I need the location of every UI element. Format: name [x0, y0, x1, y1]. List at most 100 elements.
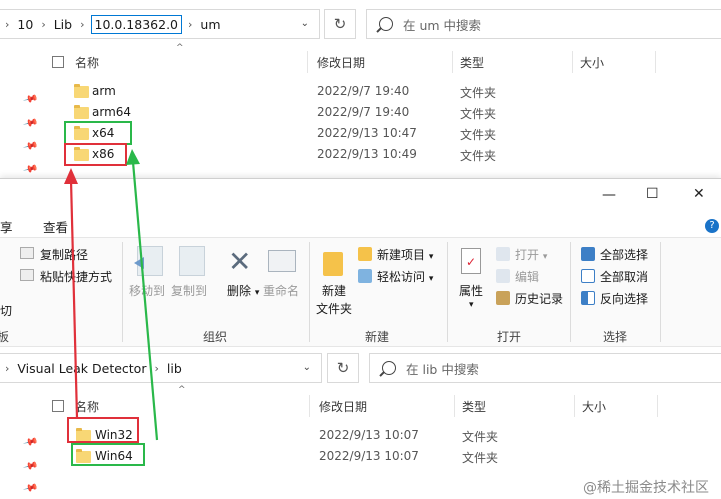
- column-divider[interactable]: [655, 51, 656, 73]
- pin-icon: 📌: [22, 480, 39, 497]
- breadcrumb-item[interactable]: Lib: [52, 17, 74, 32]
- chevron-right-icon: ›: [188, 17, 193, 31]
- paste-shortcut-button[interactable]: 粘贴快捷方式: [40, 268, 112, 285]
- select-all-checkbox[interactable]: [52, 56, 64, 68]
- refresh-button[interactable]: ↻: [324, 9, 356, 39]
- address-bar[interactable]: › 10 › Lib › 10.0.18362.0 › um ⌄: [0, 9, 320, 39]
- column-divider[interactable]: [454, 395, 455, 417]
- rename-icon: [268, 250, 296, 272]
- column-divider[interactable]: [307, 51, 308, 73]
- new-item-label: 新建项目: [377, 248, 426, 262]
- breadcrumb-item[interactable]: um: [198, 17, 222, 32]
- column-divider[interactable]: [657, 395, 658, 417]
- edit-button[interactable]: 编辑: [515, 268, 539, 285]
- chevron-right-icon: ›: [154, 361, 159, 375]
- minimize-button[interactable]: —: [602, 187, 616, 203]
- group-divider: [570, 242, 571, 342]
- invert-selection-icon: [581, 291, 595, 305]
- search-input[interactable]: 在 lib 中搜索: [369, 353, 721, 383]
- chevron-down-icon[interactable]: ⌄: [303, 362, 311, 373]
- breadcrumb-item-editing[interactable]: 10.0.18362.0: [90, 14, 182, 34]
- file-modified: 2022/9/13 10:47: [317, 126, 417, 140]
- maximize-button[interactable]: ☐: [646, 186, 659, 202]
- new-item-button[interactable]: 新建项目 ▾: [377, 246, 433, 263]
- group-divider: [122, 242, 123, 342]
- highlight-box-x64: [64, 121, 132, 145]
- list-item[interactable]: arm64 2022/9/7 19:40 文件夹: [0, 103, 721, 123]
- chevron-down-icon: ▾: [254, 288, 260, 298]
- file-type: 文件夹: [460, 149, 497, 163]
- file-name: arm64: [92, 105, 132, 119]
- history-button[interactable]: 历史记录: [515, 290, 563, 307]
- select-all-checkbox[interactable]: [52, 400, 64, 412]
- address-bar[interactable]: › Visual Leak Detector › lib ⌄: [0, 353, 322, 383]
- refresh-icon: ↻: [336, 359, 350, 377]
- open-button[interactable]: 打开 ▾: [515, 246, 547, 263]
- help-icon[interactable]: ?: [705, 219, 719, 233]
- chevron-right-icon: ›: [5, 361, 10, 375]
- column-header-name[interactable]: 名称: [75, 54, 99, 71]
- breadcrumb-item[interactable]: Visual Leak Detector: [15, 361, 148, 376]
- column-header-name[interactable]: 名称: [75, 398, 99, 415]
- top-explorer-window: › 10 › Lib › 10.0.18362.0 › um ⌄ ↻ 在 um …: [0, 0, 721, 180]
- search-placeholder: 在 um 中搜索: [403, 17, 482, 33]
- group-label-clipboard: 板: [0, 330, 10, 344]
- group-label-select: 选择: [603, 330, 628, 344]
- column-header-modified[interactable]: 修改日期: [317, 54, 365, 71]
- chevron-down-icon[interactable]: ▾: [469, 300, 474, 310]
- file-type: 文件夹: [462, 430, 499, 444]
- refresh-icon: ↻: [333, 15, 347, 33]
- column-header-size[interactable]: 大小: [580, 54, 604, 71]
- copy-to-icon: [179, 246, 205, 276]
- easy-access-label: 轻松访问: [377, 270, 426, 284]
- file-type: 文件夹: [460, 86, 497, 100]
- chevron-down-icon[interactable]: ⌄: [301, 18, 309, 29]
- column-header-modified[interactable]: 修改日期: [319, 398, 367, 415]
- list-item[interactable]: arm 2022/9/7 19:40 文件夹: [0, 82, 721, 102]
- search-input[interactable]: 在 um 中搜索: [366, 9, 721, 39]
- group-label-open: 打开: [497, 330, 522, 344]
- column-divider[interactable]: [309, 395, 310, 417]
- tab-view[interactable]: 查看: [43, 217, 68, 236]
- breadcrumb: › 10 › Lib › 10.0.18362.0 › um: [0, 10, 223, 38]
- properties-button[interactable]: 属性: [459, 282, 483, 299]
- breadcrumb-item[interactable]: lib: [165, 361, 184, 376]
- easy-access-icon: [358, 269, 372, 283]
- file-type: 文件夹: [462, 451, 499, 465]
- close-button[interactable]: ✕: [693, 186, 705, 202]
- delete-button[interactable]: 删除 ▾: [227, 282, 259, 299]
- highlight-box-x86: [64, 143, 127, 166]
- select-none-button[interactable]: 全部取消: [600, 268, 648, 285]
- file-modified: 2022/9/7 19:40: [317, 105, 410, 119]
- edit-icon: [496, 269, 510, 283]
- column-divider[interactable]: [572, 51, 573, 73]
- column-header-type[interactable]: 类型: [460, 54, 484, 71]
- delete-label: 删除: [227, 284, 252, 298]
- breadcrumb-item[interactable]: 10: [15, 17, 35, 32]
- properties-label: 属性: [459, 284, 484, 298]
- copy-path-button[interactable]: 复制路径: [40, 246, 88, 263]
- file-name: arm: [92, 84, 116, 98]
- easy-access-button[interactable]: 轻松访问 ▾: [377, 268, 433, 285]
- history-icon: [496, 291, 510, 305]
- new-folder-button[interactable]: 新建: [322, 282, 346, 299]
- move-to-button[interactable]: 移动到: [129, 282, 165, 299]
- column-divider[interactable]: [574, 395, 575, 417]
- column-header-type[interactable]: 类型: [462, 398, 486, 415]
- invert-selection-button[interactable]: 反向选择: [600, 290, 648, 307]
- copy-path-icon: [20, 247, 34, 259]
- chevron-right-icon: ›: [80, 17, 85, 31]
- sort-caret-icon: ^: [176, 43, 184, 53]
- refresh-button[interactable]: ↻: [327, 353, 359, 383]
- tab-share[interactable]: 享: [0, 217, 13, 236]
- rename-button[interactable]: 重命名: [263, 282, 299, 299]
- copy-to-button[interactable]: 复制到: [171, 282, 207, 299]
- cut-button[interactable]: 剪切: [0, 302, 12, 319]
- select-all-button[interactable]: 全部选择: [600, 246, 648, 263]
- column-header-size[interactable]: 大小: [582, 398, 606, 415]
- search-icon: [382, 361, 396, 375]
- column-divider[interactable]: [452, 51, 453, 73]
- new-item-icon: [358, 247, 372, 261]
- file-type: 文件夹: [460, 128, 497, 142]
- file-modified: 2022/9/13 10:49: [317, 147, 417, 161]
